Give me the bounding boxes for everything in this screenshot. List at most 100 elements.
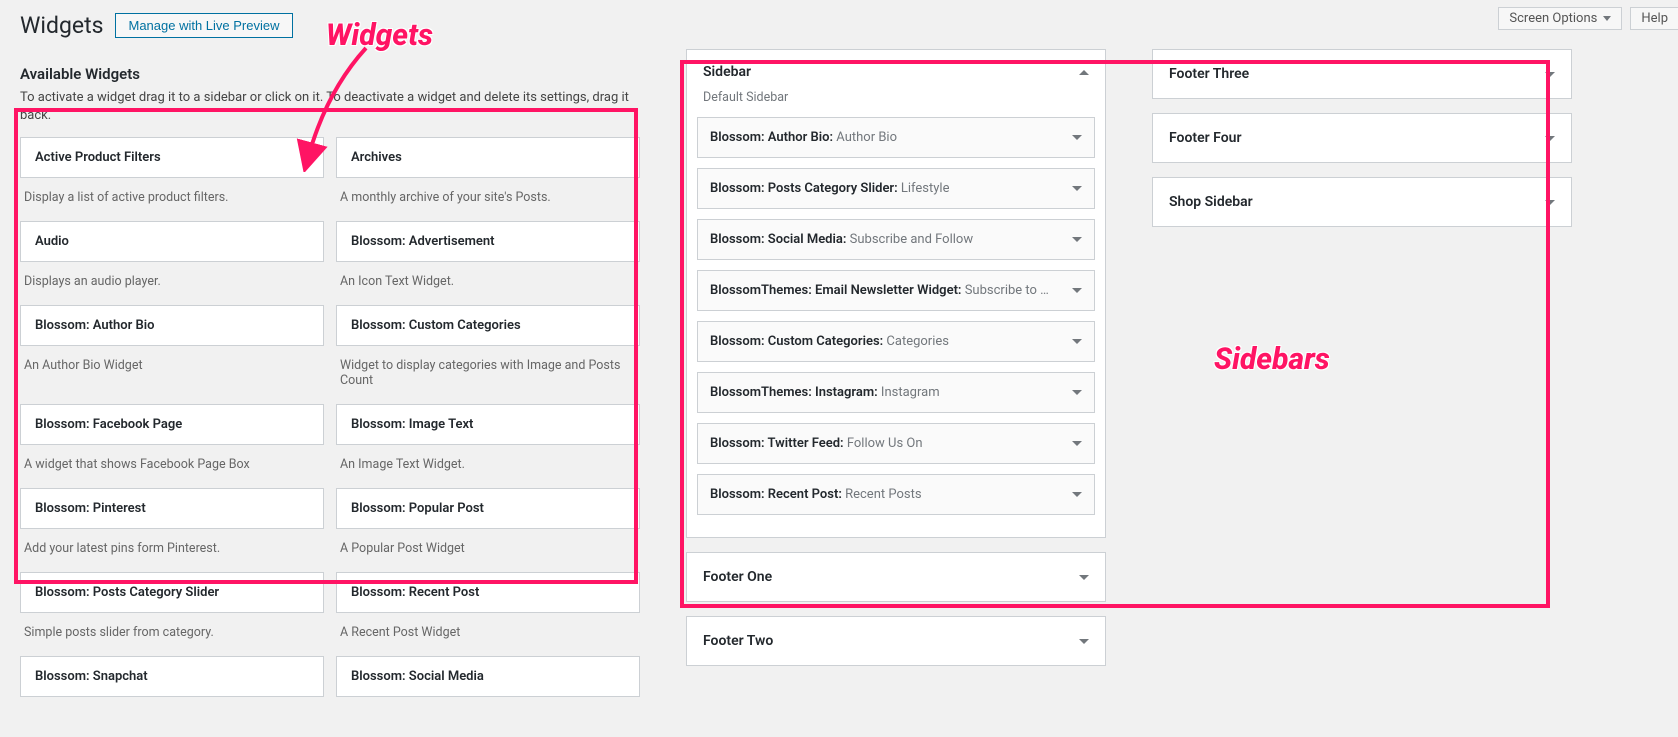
- available-widget[interactable]: Active Product FiltersDisplay a list of …: [20, 137, 324, 219]
- screen-options-tab[interactable]: Screen Options: [1498, 7, 1622, 30]
- available-widget-title: Blossom: Pinterest: [20, 488, 324, 529]
- sidebar-widget-value: Follow Us On: [844, 436, 923, 451]
- chevron-down-icon: [1072, 237, 1082, 242]
- live-preview-button[interactable]: Manage with Live Preview: [115, 13, 292, 38]
- sidebar-widget-item[interactable]: BlossomThemes: Instagram: Instagram: [697, 372, 1095, 413]
- top-right-tabs: Screen Options Help: [1498, 0, 1678, 30]
- available-widget-description: An Icon Text Widget.: [336, 262, 640, 303]
- sidebar-widget-item[interactable]: Blossom: Author Bio: Author Bio: [697, 117, 1095, 158]
- available-widget-description: A monthly archive of your site's Posts.: [336, 178, 640, 219]
- sidebar-area-header[interactable]: Sidebar: [687, 50, 1105, 90]
- sidebar-widget-label: Blossom: Posts Category Slider: Lifestyl…: [710, 181, 949, 196]
- sidebar-area-header[interactable]: Footer Three: [1153, 50, 1571, 98]
- chevron-down-icon: [1545, 200, 1555, 205]
- sidebar-area: Footer One: [686, 552, 1106, 602]
- sidebar-area-header[interactable]: Footer Four: [1153, 114, 1571, 162]
- chevron-down-icon: [1072, 441, 1082, 446]
- sidebar-area-title: Shop Sidebar: [1169, 194, 1253, 210]
- available-widget-description: Widget to display categories with Image …: [336, 346, 640, 402]
- sidebar-widget-item[interactable]: Blossom: Recent Post: Recent Posts: [697, 474, 1095, 515]
- available-widget[interactable]: Blossom: Image TextAn Image Text Widget.: [336, 404, 640, 486]
- sidebar-area-header[interactable]: Footer One: [687, 553, 1105, 601]
- chevron-up-icon: [1079, 70, 1089, 75]
- available-widgets-heading: Available Widgets: [20, 65, 640, 83]
- sidebar-area-title: Footer One: [703, 569, 772, 585]
- sidebar-widget-name: Blossom: Custom Categories:: [710, 334, 883, 349]
- available-widget-description: Simple posts slider from category.: [20, 613, 324, 654]
- available-widget[interactable]: Blossom: AdvertisementAn Icon Text Widge…: [336, 221, 640, 303]
- available-widget-description: Display a list of active product filters…: [20, 178, 324, 219]
- help-label: Help: [1641, 11, 1668, 26]
- available-widget[interactable]: Blossom: Posts Category SliderSimple pos…: [20, 572, 324, 654]
- page-title: Widgets: [20, 12, 103, 39]
- sidebar-areas-column-1: SidebarDefault SidebarBlossom: Author Bi…: [686, 49, 1106, 737]
- chevron-down-icon: [1072, 135, 1082, 140]
- sidebar-area: Shop Sidebar: [1152, 177, 1572, 227]
- available-widget-description: [336, 697, 640, 735]
- available-widget-description: Displays an audio player.: [20, 262, 324, 303]
- available-widget[interactable]: ArchivesA monthly archive of your site's…: [336, 137, 640, 219]
- sidebar-widget-item[interactable]: Blossom: Custom Categories: Categories: [697, 321, 1095, 362]
- sidebar-widget-name: Blossom: Author Bio:: [710, 130, 833, 145]
- available-widget-title: Blossom: Custom Categories: [336, 305, 640, 346]
- sidebar-widget-value: Lifestyle: [898, 181, 950, 196]
- available-widget-title: Blossom: Posts Category Slider: [20, 572, 324, 613]
- sidebar-widget-label: Blossom: Social Media: Subscribe and Fol…: [710, 232, 973, 247]
- available-widget-description: An Author Bio Widget: [20, 346, 324, 387]
- sidebar-widget-value: Subscribe and Follow: [846, 232, 973, 247]
- available-widget-title: Audio: [20, 221, 324, 262]
- available-widget[interactable]: Blossom: PinterestAdd your latest pins f…: [20, 488, 324, 570]
- chevron-down-icon: [1545, 72, 1555, 77]
- available-widget[interactable]: Blossom: Custom CategoriesWidget to disp…: [336, 305, 640, 402]
- sidebar-widget-name: Blossom: Twitter Feed:: [710, 436, 844, 451]
- screen-options-label: Screen Options: [1509, 11, 1597, 26]
- sidebar-widget-name: Blossom: Posts Category Slider:: [710, 181, 898, 196]
- available-widget-title: Blossom: Advertisement: [336, 221, 640, 262]
- available-widget-description: A Popular Post Widget: [336, 529, 640, 570]
- sidebar-widget-item[interactable]: BlossomThemes: Email Newsletter Widget: …: [697, 270, 1095, 311]
- sidebar-widget-name: Blossom: Social Media:: [710, 232, 846, 247]
- page-header: Widgets Manage with Live Preview: [0, 0, 1678, 39]
- sidebar-widget-item[interactable]: Blossom: Social Media: Subscribe and Fol…: [697, 219, 1095, 260]
- sidebar-widget-label: Blossom: Recent Post: Recent Posts: [710, 487, 922, 502]
- available-widget-title: Blossom: Snapchat: [20, 656, 324, 697]
- available-widgets-column: Available Widgets To activate a widget d…: [20, 49, 640, 737]
- sidebar-widget-label: BlossomThemes: Instagram: Instagram: [710, 385, 940, 400]
- sidebar-area: SidebarDefault SidebarBlossom: Author Bi…: [686, 49, 1106, 538]
- sidebar-area: Footer Two: [686, 616, 1106, 666]
- available-widget[interactable]: Blossom: Recent PostA Recent Post Widget: [336, 572, 640, 654]
- available-widget-description: Add your latest pins form Pinterest.: [20, 529, 324, 570]
- sidebar-area: Footer Three: [1152, 49, 1572, 99]
- sidebar-widget-label: Blossom: Twitter Feed: Follow Us On: [710, 436, 923, 451]
- sidebar-widget-label: Blossom: Custom Categories: Categories: [710, 334, 949, 349]
- available-widget-description: A Recent Post Widget: [336, 613, 640, 654]
- chevron-down-icon: [1072, 186, 1082, 191]
- available-widget-title: Blossom: Popular Post: [336, 488, 640, 529]
- sidebar-widget-value: Subscribe to …: [961, 283, 1048, 298]
- available-widget[interactable]: Blossom: Popular PostA Popular Post Widg…: [336, 488, 640, 570]
- sidebar-area-header[interactable]: Shop Sidebar: [1153, 178, 1571, 226]
- sidebar-widget-item[interactable]: Blossom: Posts Category Slider: Lifestyl…: [697, 168, 1095, 209]
- available-widget-title: Archives: [336, 137, 640, 178]
- sidebar-area-description: Default Sidebar: [687, 90, 1105, 117]
- chevron-down-icon: [1079, 575, 1089, 580]
- chevron-down-icon: [1072, 288, 1082, 293]
- help-tab[interactable]: Help: [1630, 7, 1678, 30]
- available-widget[interactable]: AudioDisplays an audio player.: [20, 221, 324, 303]
- sidebar-area-title: Sidebar: [703, 64, 751, 80]
- sidebar-widget-value: Instagram: [878, 385, 940, 400]
- available-widget-description: An Image Text Widget.: [336, 445, 640, 486]
- sidebar-widget-label: BlossomThemes: Email Newsletter Widget: …: [710, 283, 1049, 298]
- sidebar-area-title: Footer Three: [1169, 66, 1249, 82]
- sidebar-widget-value: Author Bio: [833, 130, 897, 145]
- chevron-down-icon: [1603, 16, 1611, 21]
- sidebar-area-header[interactable]: Footer Two: [687, 617, 1105, 665]
- available-widgets-description: To activate a widget drag it to a sideba…: [20, 89, 640, 125]
- available-widget[interactable]: Blossom: Author BioAn Author Bio Widget: [20, 305, 324, 402]
- sidebar-widget-name: BlossomThemes: Email Newsletter Widget:: [710, 283, 961, 298]
- available-widget-description: A widget that shows Facebook Page Box: [20, 445, 324, 486]
- sidebar-widget-item[interactable]: Blossom: Twitter Feed: Follow Us On: [697, 423, 1095, 464]
- chevron-down-icon: [1545, 136, 1555, 141]
- available-widget-title: Active Product Filters: [20, 137, 324, 178]
- available-widget[interactable]: Blossom: Facebook PageA widget that show…: [20, 404, 324, 486]
